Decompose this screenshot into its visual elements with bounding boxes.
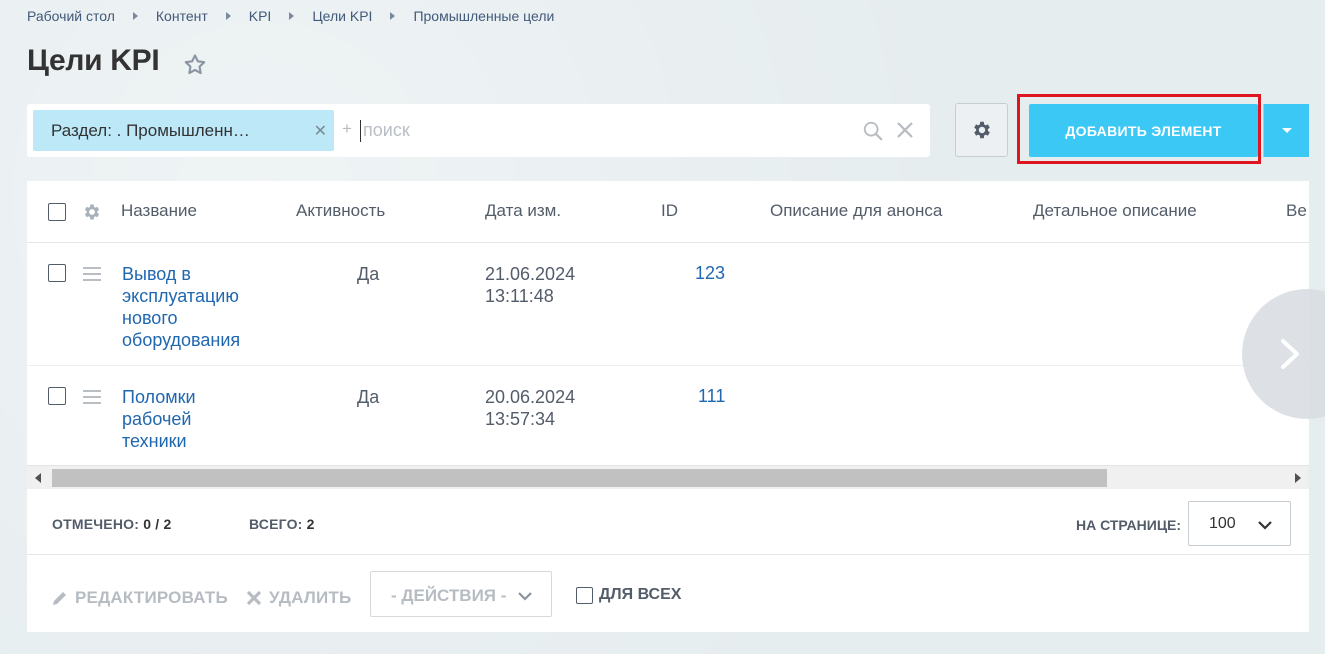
horizontal-scrollbar[interactable]	[27, 465, 1309, 489]
column-header-name[interactable]: Название	[121, 201, 197, 221]
chevron-down-icon	[518, 592, 532, 601]
row-date: 20.06.2024	[485, 387, 576, 407]
search-icon[interactable]	[862, 120, 884, 142]
column-header-truncated[interactable]: Ве	[1286, 201, 1307, 221]
row-activity: Да	[357, 387, 380, 407]
grid-footer: ОТМЕЧЕНО: 0 / 2 ВСЕГО: 2 НА СТРАНИЦЕ: 10…	[27, 489, 1309, 555]
page-title: Цели KPI	[27, 44, 160, 77]
drag-handle-icon[interactable]	[83, 390, 101, 404]
text-cursor	[360, 120, 361, 142]
breadcrumb-separator-icon	[132, 12, 138, 20]
row-date: 21.06.2024	[485, 264, 576, 284]
for-all-label: ДЛЯ ВСЕХ	[599, 586, 682, 603]
row-id[interactable]: 111	[698, 386, 725, 407]
breadcrumb-item-industrial-goals[interactable]: Промышленные цели	[413, 8, 554, 24]
breadcrumb-separator-icon	[225, 12, 231, 20]
star-icon[interactable]	[182, 52, 208, 78]
chip-close-icon[interactable]: ✕	[314, 121, 327, 141]
row-name-link[interactable]: Вывод в эксплуатацию нового оборудования	[122, 263, 262, 351]
scroll-left-arrow-icon[interactable]	[35, 473, 41, 483]
delete-button[interactable]: УДАЛИТЬ	[245, 588, 351, 608]
table-row[interactable]: Поломки рабочей техники Да 20.06.2024 13…	[27, 366, 1309, 465]
search-input[interactable]	[363, 116, 843, 144]
filter-search-bar[interactable]: Раздел: . Промышленн… ✕ +	[27, 104, 930, 157]
per-page-select[interactable]: 100	[1188, 501, 1291, 546]
breadcrumb-item-content[interactable]: Контент	[156, 8, 208, 24]
settings-button[interactable]	[955, 103, 1008, 157]
row-time: 13:57:34	[485, 409, 556, 429]
scrollbar-thumb[interactable]	[52, 469, 1107, 487]
breadcrumb: Рабочий стол Контент KPI Цели KPI Промыш…	[27, 8, 554, 24]
group-actions-panel: РЕДАКТИРОВАТЬ УДАЛИТЬ - ДЕЙСТВИЯ - ДЛЯ В…	[27, 555, 1309, 632]
breadcrumb-item-desktop[interactable]: Рабочий стол	[27, 8, 115, 24]
table-row[interactable]: Вывод в эксплуатацию нового оборудования…	[27, 243, 1309, 366]
row-checkbox[interactable]	[48, 264, 66, 282]
filter-chip-section[interactable]: Раздел: . Промышленн… ✕	[33, 110, 334, 151]
per-page-value: 100	[1209, 515, 1236, 532]
column-header-preview-text[interactable]: Описание для анонса	[770, 201, 942, 221]
column-header-id[interactable]: ID	[661, 201, 678, 221]
delete-button-label: УДАЛИТЬ	[269, 588, 352, 607]
selected-count-value: 0 / 2	[143, 516, 172, 532]
total-count: ВСЕГО: 2	[249, 516, 315, 532]
pencil-icon	[53, 592, 66, 605]
chevron-down-icon	[1258, 521, 1272, 530]
elements-grid: Название Активность Дата изм. ID Описани…	[27, 181, 1325, 632]
column-header-detail-text[interactable]: Детальное описание	[1033, 201, 1197, 221]
for-all-checkbox[interactable]	[576, 586, 593, 604]
chevron-right-icon	[1281, 339, 1299, 369]
add-element-button[interactable]: ДОБАВИТЬ ЭЛЕМЕНТ	[1029, 104, 1258, 157]
selected-count-label: ОТМЕЧЕНО:	[52, 516, 140, 532]
edit-button[interactable]: РЕДАКТИРОВАТЬ	[51, 588, 228, 608]
caret-down-icon	[1281, 128, 1292, 133]
add-filter-plus[interactable]: +	[342, 119, 352, 139]
column-header-date[interactable]: Дата изм.	[485, 201, 561, 221]
filter-chip-label: Раздел: . Промышленн…	[51, 120, 250, 140]
for-all-toggle[interactable]: ДЛЯ ВСЕХ	[576, 586, 681, 604]
gear-icon	[973, 121, 990, 139]
breadcrumb-separator-icon	[390, 12, 396, 20]
grid-header: Название Активность Дата изм. ID Описани…	[27, 181, 1309, 243]
column-header-activity[interactable]: Активность	[296, 201, 385, 221]
actions-select-value: - ДЕЙСТВИЯ -	[391, 586, 507, 605]
row-checkbox[interactable]	[48, 387, 66, 405]
breadcrumb-separator-icon	[289, 12, 295, 20]
total-count-value: 2	[306, 516, 315, 532]
edit-button-label: РЕДАКТИРОВАТЬ	[75, 588, 228, 607]
per-page-label: НА СТРАНИЦЕ:	[1076, 517, 1182, 533]
delete-cross-icon	[246, 590, 262, 606]
breadcrumb-item-kpi-goals[interactable]: Цели KPI	[312, 8, 372, 24]
row-activity: Да	[357, 264, 380, 284]
row-time: 13:11:48	[485, 286, 554, 306]
scroll-right-arrow-icon[interactable]	[1295, 473, 1301, 483]
add-element-dropdown-button[interactable]	[1263, 104, 1309, 157]
column-settings-gear-icon[interactable]	[82, 202, 102, 222]
actions-select[interactable]: - ДЕЙСТВИЯ -	[370, 571, 552, 617]
close-icon[interactable]	[895, 120, 915, 140]
row-id[interactable]: 123	[695, 263, 725, 284]
row-name-link[interactable]: Поломки рабочей техники	[122, 386, 232, 452]
drag-handle-icon[interactable]	[83, 267, 101, 281]
select-all-checkbox[interactable]	[48, 203, 66, 221]
selected-count: ОТМЕЧЕНО: 0 / 2	[52, 516, 171, 532]
breadcrumb-item-kpi[interactable]: KPI	[249, 8, 272, 24]
total-count-label: ВСЕГО:	[249, 516, 303, 532]
